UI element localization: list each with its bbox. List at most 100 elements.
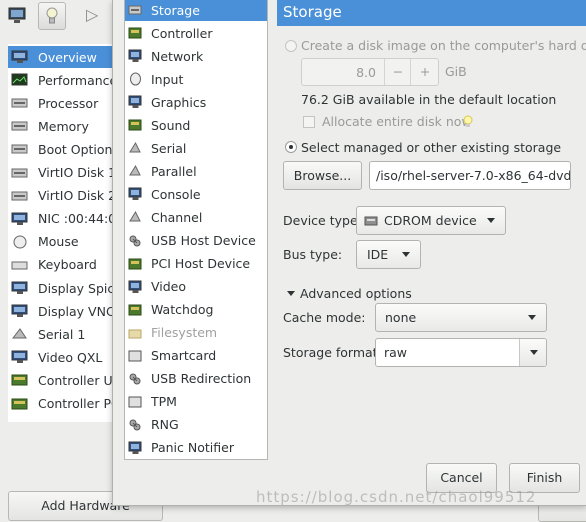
hardware-list-item[interactable]: Memory (8, 115, 113, 137)
panic-notifier-icon (128, 441, 142, 454)
select-existing-radio[interactable] (285, 141, 297, 153)
device-list-item[interactable]: Watchdog (125, 299, 267, 321)
filesystem-icon (128, 329, 142, 339)
browse-button[interactable]: Browse... (283, 161, 362, 190)
device-list-item[interactable]: Smartcard (125, 345, 267, 367)
hint-bulb-icon (463, 115, 473, 127)
hardware-list-item[interactable]: Controller US (8, 369, 113, 391)
hardware-list-item[interactable]: Display VNC (8, 300, 113, 322)
device-list-item[interactable]: USB Redirection (125, 368, 267, 390)
device-list-item[interactable]: Sound (125, 114, 267, 136)
device-list-item[interactable]: Network (125, 45, 267, 67)
device-list-item-label: Input (151, 71, 184, 87)
expander-arrow-icon[interactable] (287, 291, 295, 296)
hardware-list-item-label: VirtIO Disk 1 (38, 165, 113, 180)
device-list-item-label: Console (151, 186, 201, 202)
disk-icon (11, 191, 28, 201)
run-button[interactable]: ▷ (86, 2, 112, 28)
channel-icon (129, 211, 141, 222)
device-list-item[interactable]: Controller (125, 22, 267, 44)
device-list-item[interactable]: Storage (125, 0, 267, 21)
device-list-item-label: USB Host Device (151, 233, 256, 248)
device-list-item[interactable]: Input (125, 68, 267, 90)
hardware-list-item[interactable]: NIC :00:44:0 (8, 208, 113, 230)
device-list-item-label: Panic Notifier (151, 440, 234, 456)
rng-icon (129, 419, 141, 431)
bus-type-label: Bus type: (283, 247, 343, 262)
video-icon (11, 350, 28, 364)
allocate-disk-checkbox[interactable] (303, 116, 315, 128)
video-icon (128, 280, 142, 293)
hardware-list-item[interactable]: Boot Options (8, 138, 113, 160)
parallel-icon (129, 165, 141, 176)
network-icon (128, 49, 142, 63)
device-type-combo[interactable]: CDROM device (356, 206, 506, 235)
hardware-list-item-label: Keyboard (38, 257, 97, 273)
console-view-button[interactable] (4, 2, 30, 28)
hardware-list-item[interactable]: Mouse (8, 231, 113, 253)
hardware-list-item-label: Controller US (38, 372, 113, 388)
lightbulb-icon (46, 7, 58, 24)
device-list-item[interactable]: Serial (125, 137, 267, 159)
device-list-item-label: Serial (151, 140, 187, 156)
device-list-item[interactable]: Video (125, 276, 267, 298)
device-list-item[interactable]: RNG (125, 414, 267, 436)
device-list-item[interactable]: TPM (125, 391, 267, 413)
bus-type-combo[interactable]: IDE (356, 240, 421, 269)
device-list-item[interactable]: USB Host Device (125, 230, 267, 252)
chevron-down-icon (530, 350, 538, 355)
storage-format-dropdown-button[interactable] (519, 339, 546, 366)
hardware-list-item[interactable]: Overview (8, 46, 113, 68)
cdrom-icon (364, 216, 378, 225)
device-list-item[interactable]: Graphics (125, 91, 267, 113)
size-unit-label: GiB (445, 64, 467, 79)
select-existing-label: Select managed or other existing storage (301, 140, 562, 155)
storage-format-combo[interactable]: raw (375, 338, 547, 367)
hardware-list-item[interactable]: Serial 1 (8, 323, 113, 345)
device-list-item: Filesystem (125, 322, 267, 344)
hardware-list-item[interactable]: Video QXL (8, 346, 113, 368)
storage-path-input[interactable]: /iso/rhel-server-7.0-x86_64-dvd. (369, 161, 571, 190)
hardware-list-item[interactable]: VirtIO Disk 2 (8, 185, 113, 207)
device-list-item-label: Filesystem (151, 325, 218, 341)
device-list-item[interactable]: Channel (125, 206, 267, 228)
device-list-item[interactable]: Console (125, 183, 267, 205)
boot-options-icon (11, 144, 28, 154)
smartcard-icon (128, 350, 142, 362)
cache-mode-combo[interactable]: none (375, 303, 547, 332)
bus-type-value: IDE (367, 247, 389, 262)
watermark-text: https://blog.csdn.net/chaol99512 (256, 488, 537, 506)
hardware-list-item[interactable]: VirtIO Disk 1 (8, 162, 113, 184)
hardware-list-item[interactable]: Performance (8, 69, 113, 91)
hardware-list-item-label: Video QXL (38, 349, 103, 365)
storage-icon (128, 5, 142, 15)
advanced-options-expander[interactable]: Advanced options (300, 286, 412, 301)
page-title: Storage (277, 0, 586, 26)
device-type-list: Storage Controller Network Input Graphics Sou… (124, 0, 268, 460)
hardware-list-item-label: Memory (38, 118, 89, 134)
device-list-item[interactable]: Panic Notifier (125, 437, 267, 459)
device-list-item[interactable]: Parallel (125, 160, 267, 182)
cache-mode-label: Cache mode: (283, 310, 366, 325)
hardware-list-item[interactable]: Keyboard (8, 254, 113, 276)
device-list-item-label: Parallel (151, 163, 197, 179)
hardware-list-item[interactable]: Controller PC (8, 393, 113, 415)
device-list-item[interactable]: PCI Host Device (125, 253, 267, 275)
hardware-list-item[interactable]: Processor (8, 92, 113, 114)
storage-format-value: raw (384, 345, 408, 360)
watchdog-icon (128, 304, 142, 316)
details-view-button[interactable] (38, 2, 66, 30)
display-icon (11, 281, 28, 294)
console-icon (128, 187, 142, 201)
hardware-list-item[interactable]: Display Spice (8, 277, 113, 299)
hardware-list-item-label: Overview (38, 49, 97, 65)
processor-icon (11, 98, 28, 108)
increase-size-button[interactable]: + (410, 59, 438, 85)
hardware-list-item-label: Display VNC (38, 303, 113, 319)
create-disk-label: Create a disk image on the computer's ha… (301, 38, 586, 53)
disk-icon (11, 168, 28, 177)
disk-size-spinner[interactable]: 8.0 − + (301, 58, 439, 86)
sound-icon (128, 119, 142, 131)
create-disk-radio[interactable] (285, 40, 297, 52)
decrease-size-button[interactable]: − (384, 59, 411, 85)
